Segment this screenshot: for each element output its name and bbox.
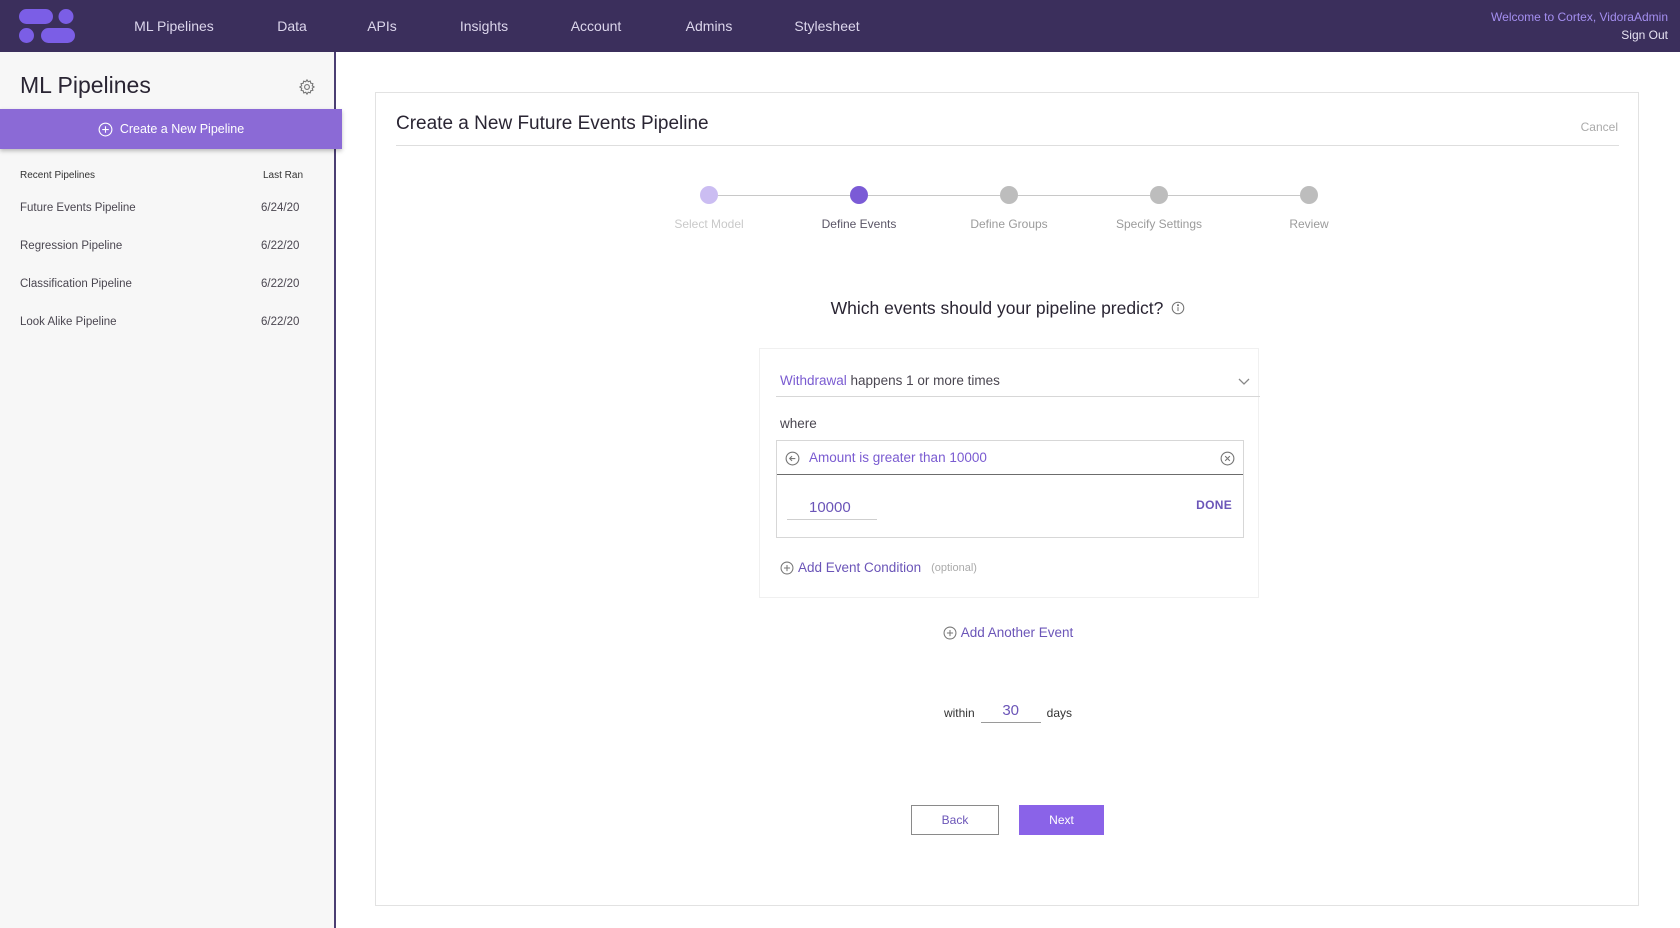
- pipeline-row[interactable]: Classification Pipeline 6/22/20: [0, 268, 334, 306]
- nav-tab-account[interactable]: Account: [556, 0, 636, 52]
- days-label: days: [1046, 706, 1073, 720]
- stepper-connector: [1009, 195, 1159, 196]
- pipeline-row[interactable]: Regression Pipeline 6/22/20: [0, 230, 334, 268]
- pipeline-date: 6/24/20: [261, 202, 300, 214]
- next-button[interactable]: Next: [1019, 805, 1104, 835]
- pipeline-row[interactable]: Future Events Pipeline 6/24/20: [0, 192, 334, 230]
- pipeline-date: 6/22/20: [261, 278, 300, 290]
- gear-icon[interactable]: [298, 78, 316, 96]
- sidebar-title: ML Pipelines: [20, 72, 151, 98]
- event-definition-box: Withdrawal happens 1 or more times where…: [759, 348, 1260, 598]
- events-question: Which events should your pipeline predic…: [376, 298, 1640, 319]
- plus-circle-icon: [98, 122, 113, 136]
- step-define-events-dot[interactable]: [850, 186, 868, 204]
- welcome-text: Welcome to Cortex, VidoraAdmin: [1491, 10, 1668, 24]
- pipeline-name: Look Alike Pipeline: [20, 316, 117, 328]
- event-select-dropdown[interactable]: Withdrawal happens 1 or more times: [776, 369, 1260, 397]
- stepper-connector: [709, 195, 859, 196]
- nav-tab-apis[interactable]: APIs: [352, 0, 412, 52]
- nav-tab-insights[interactable]: Insights: [445, 0, 523, 52]
- top-nav-bar: ML Pipelines Data APIs Insights Account …: [0, 0, 1680, 52]
- plus-circle-icon: [780, 561, 794, 574]
- within-label: within: [943, 706, 975, 720]
- back-button[interactable]: Back: [911, 805, 999, 835]
- pipeline-date: 6/22/20: [261, 240, 300, 252]
- done-button[interactable]: DONE: [1196, 498, 1232, 512]
- close-circle-icon[interactable]: [1220, 451, 1235, 466]
- step-select-model-dot[interactable]: [700, 186, 718, 204]
- nav-tab-data[interactable]: Data: [262, 0, 322, 52]
- event-frequency: happens 1 or more times: [846, 373, 1000, 388]
- info-icon[interactable]: [1171, 301, 1185, 315]
- add-event-condition-button[interactable]: Add Event Condition (optional): [780, 560, 977, 575]
- create-pipeline-label: Create a New Pipeline: [119, 122, 245, 136]
- add-another-event-button[interactable]: Add Another Event: [943, 625, 1074, 640]
- title-divider: [396, 145, 1619, 146]
- plus-circle-icon: [943, 626, 957, 639]
- step-review-dot[interactable]: [1300, 186, 1318, 204]
- stepper-connector: [859, 195, 1009, 196]
- step-label-select-model: Select Model: [674, 217, 744, 231]
- cancel-link[interactable]: Cancel: [1581, 120, 1618, 134]
- within-days-row: within days: [376, 699, 1640, 723]
- sidebar: ML Pipelines Create a New Pipeline Recen…: [0, 52, 342, 928]
- pipeline-name: Future Events Pipeline: [20, 202, 136, 214]
- stepper-connector: [1159, 195, 1309, 196]
- nav-tab-admins[interactable]: Admins: [670, 0, 748, 52]
- sign-out-link[interactable]: Sign Out: [1621, 28, 1668, 42]
- step-label-define-events: Define Events: [821, 217, 897, 231]
- step-define-groups-dot[interactable]: [1000, 186, 1018, 204]
- condition-header: Amount is greater than 10000: [777, 441, 1243, 475]
- recent-pipelines-header: Recent Pipelines: [20, 170, 96, 181]
- page-title: Create a New Future Events Pipeline: [396, 113, 709, 134]
- pipeline-wizard-card: Create a New Future Events Pipeline Canc…: [375, 92, 1639, 906]
- event-name: Withdrawal: [780, 373, 847, 388]
- condition-value-input[interactable]: [787, 496, 877, 520]
- condition-text: Amount is greater than 10000: [809, 450, 987, 465]
- days-input[interactable]: [980, 699, 1041, 723]
- question-text: Which events should your pipeline predic…: [830, 298, 1164, 318]
- cortex-logo-icon[interactable]: [18, 7, 76, 45]
- pipeline-row[interactable]: Look Alike Pipeline 6/22/20: [0, 306, 334, 344]
- back-arrow-icon[interactable]: [785, 451, 800, 466]
- event-select-value: Withdrawal happens 1 or more times: [780, 373, 1000, 388]
- pipeline-name: Classification Pipeline: [20, 278, 132, 290]
- last-ran-header: Last Ran: [263, 170, 304, 181]
- where-label: where: [780, 416, 817, 431]
- nav-tab-stylesheet[interactable]: Stylesheet: [778, 0, 876, 52]
- add-event-row: Add Another Event: [376, 625, 1640, 640]
- event-condition-editor: Amount is greater than 10000 DONE: [776, 440, 1244, 538]
- add-event-condition-label: Add Event Condition: [798, 560, 922, 575]
- chevron-down-icon: [1238, 378, 1250, 385]
- add-another-event-label: Add Another Event: [960, 625, 1074, 640]
- step-label-specify-settings: Specify Settings: [1115, 217, 1203, 231]
- create-pipeline-button[interactable]: Create a New Pipeline: [0, 109, 342, 149]
- step-specify-settings-dot[interactable]: [1150, 186, 1168, 204]
- optional-label: (optional): [931, 561, 977, 574]
- pipeline-date: 6/22/20: [261, 316, 300, 328]
- pipeline-name: Regression Pipeline: [20, 240, 123, 252]
- step-label-define-groups: Define Groups: [970, 217, 1048, 231]
- nav-tab-ml-pipelines[interactable]: ML Pipelines: [104, 0, 244, 52]
- step-label-review: Review: [1289, 217, 1329, 231]
